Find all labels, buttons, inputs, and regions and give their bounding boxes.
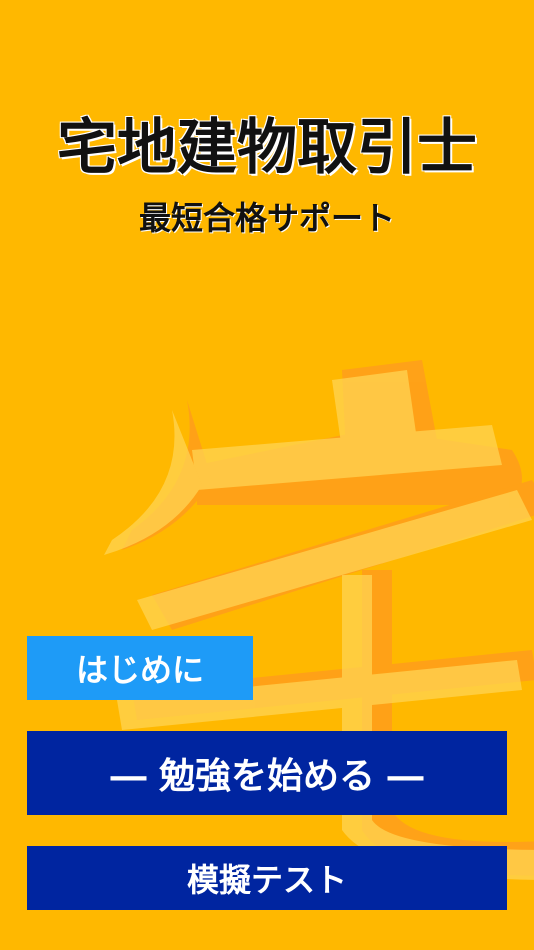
start-study-button[interactable]: ― 勉強を始める ―	[27, 731, 507, 815]
mock-exam-button-label: 模擬テスト	[186, 861, 347, 899]
app-subtitle: 最短合格サポート	[138, 199, 395, 237]
start-study-button-label: ― 勉強を始める ―	[110, 755, 424, 797]
intro-button-label: はじめに	[75, 651, 204, 689]
app-title: 宅地建物取引士	[57, 113, 477, 183]
mock-exam-button[interactable]: 模擬テスト	[27, 846, 507, 910]
intro-button[interactable]: はじめに	[27, 636, 253, 700]
home-screen: 宅地建物取引士 最短合格サポート はじめに ― 勉強を始める ― 模擬テスト	[0, 0, 534, 950]
